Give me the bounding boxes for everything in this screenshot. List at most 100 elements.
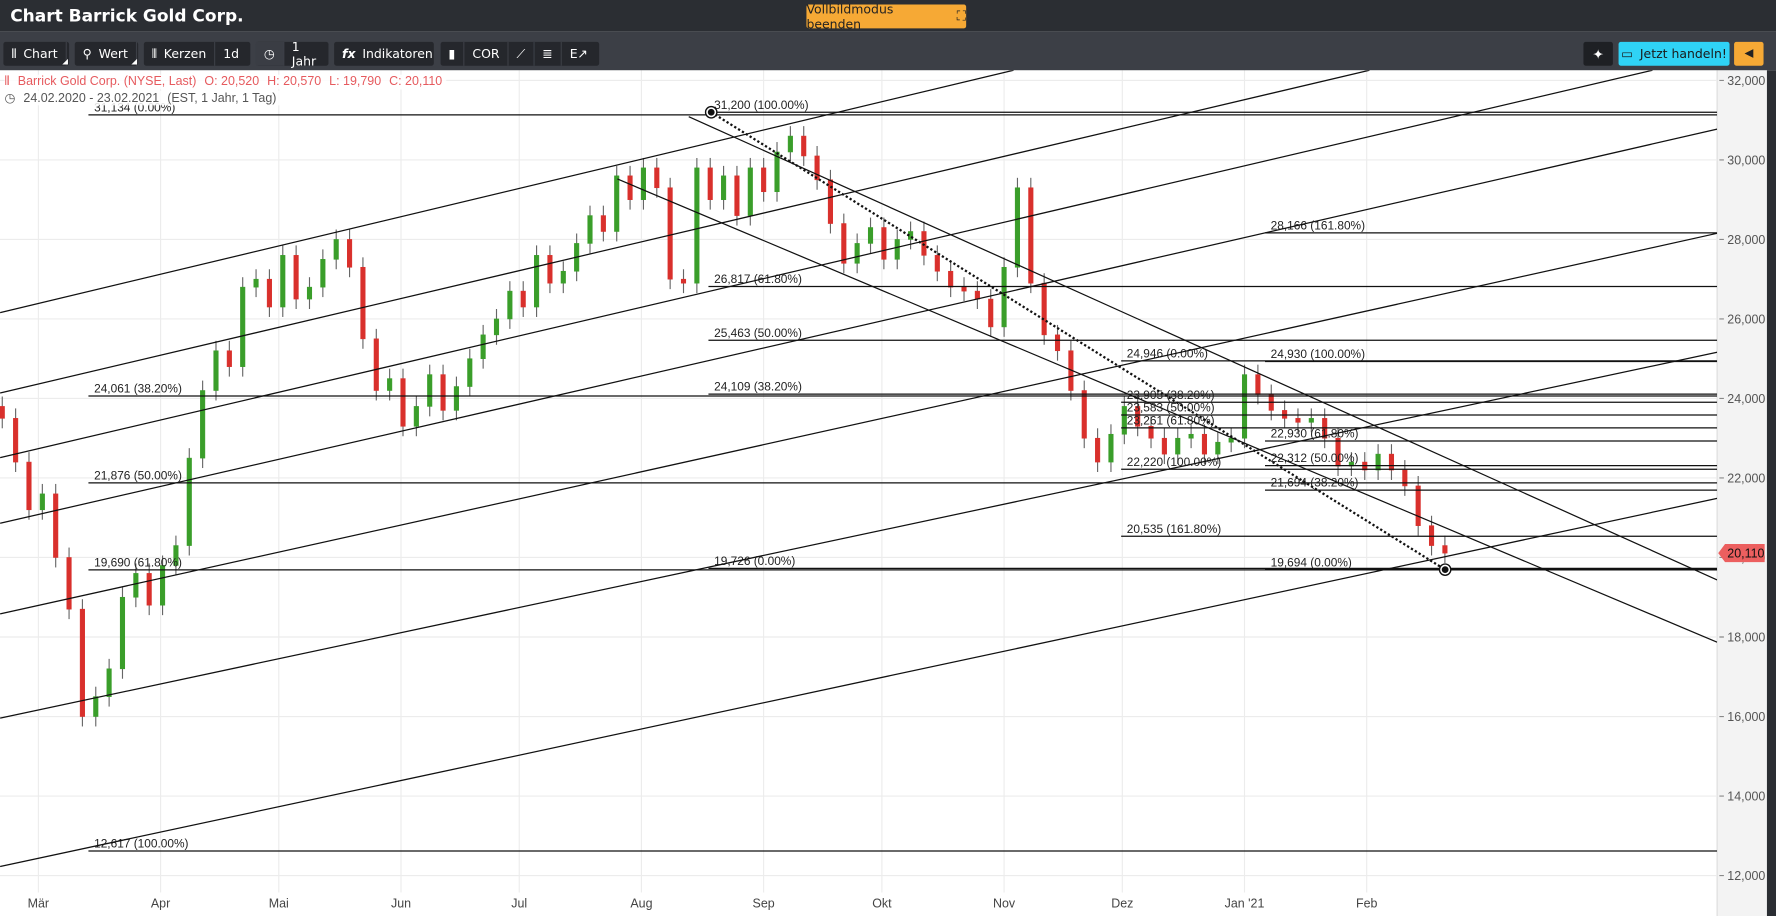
candle-body xyxy=(293,255,299,300)
price-axis-label: 30,000 xyxy=(1727,153,1765,167)
range-label: 1 Jahr xyxy=(291,39,317,69)
candle-body xyxy=(39,493,45,511)
trade-now-label: Jetzt handeln! xyxy=(1639,46,1727,62)
candle xyxy=(66,547,72,620)
fib-level-label: 31,200 (100.00%) xyxy=(714,98,808,112)
candle-body xyxy=(801,135,807,157)
fib-level-label: 24,109 (38.20%) xyxy=(714,380,802,394)
candles-style-button[interactable]: ⫴ Kerzen xyxy=(144,41,216,66)
drawing-handle-dot xyxy=(1441,566,1449,574)
candles-icon: ⫴ xyxy=(151,45,158,61)
interval-button[interactable]: 1d xyxy=(215,42,247,66)
candle-body xyxy=(400,378,406,427)
time-axis-label: Mai xyxy=(269,896,289,910)
chart-style-group: ⫴ Kerzen 1d xyxy=(143,41,251,66)
candle xyxy=(694,157,700,294)
candle xyxy=(119,587,126,679)
kerzen-label: Kerzen xyxy=(163,46,207,62)
price-chart[interactable]: 12,00014,00016,00018,00020,00022,00024,0… xyxy=(0,0,1776,916)
time-axis-label: Jun xyxy=(391,896,411,910)
exit-fullscreen-button[interactable]: Vollbildmodus beenden ⛶ xyxy=(806,1,967,32)
interval-label: 1d xyxy=(223,46,240,62)
candle xyxy=(400,368,406,437)
candle-body xyxy=(921,231,927,256)
wert-label: Wert xyxy=(98,46,128,62)
candle-body xyxy=(1041,282,1047,336)
candle-body xyxy=(26,461,32,511)
candle-body xyxy=(974,290,980,300)
collapse-panel-button[interactable]: ◀ xyxy=(1734,41,1764,66)
candle-body xyxy=(186,457,192,546)
indicators-button[interactable]: fx Indikatoren xyxy=(334,41,434,66)
fib-level-label: 24,061 (38.20%) xyxy=(94,382,182,396)
fullscreen-icon: ⛶ xyxy=(956,7,967,24)
candle xyxy=(280,245,286,317)
candle-body xyxy=(934,255,940,272)
candle-body xyxy=(347,239,353,268)
dropdown-corner-icon xyxy=(131,58,138,65)
candle-body xyxy=(333,239,339,260)
fib-level-label: 19,694 (0.00%) xyxy=(1271,555,1352,569)
fib-level-label: 19,690 (61.80%) xyxy=(94,555,182,569)
candle-body xyxy=(547,255,553,284)
candle-body xyxy=(774,151,780,193)
candle-body xyxy=(320,259,326,288)
fib-level-label: 21,694 (38.20%) xyxy=(1271,476,1359,490)
price-axis-label: 26,000 xyxy=(1727,312,1765,326)
clock-button[interactable]: ◷ xyxy=(255,41,284,66)
price-axis-label: 28,000 xyxy=(1727,233,1765,247)
candle xyxy=(1028,177,1034,294)
price-axis-label: 12,000 xyxy=(1727,869,1765,883)
candle-body xyxy=(1175,437,1181,455)
candle-body xyxy=(453,386,459,411)
legend-close: C: 20,110 xyxy=(389,74,443,89)
price-axis-label: 16,000 xyxy=(1727,710,1765,724)
candle xyxy=(373,328,379,401)
candle-body xyxy=(146,573,152,606)
time-axis-label: Dez xyxy=(1111,896,1133,910)
candle-body xyxy=(119,596,126,670)
money-icon: ▭ xyxy=(1621,46,1634,62)
candle-body xyxy=(493,318,500,336)
legend-low: L: 19,790 xyxy=(329,74,382,89)
time-axis-label: Apr xyxy=(151,896,170,910)
candle-body xyxy=(640,167,646,200)
candle xyxy=(26,452,32,520)
range-button[interactable]: 1 Jahr xyxy=(284,39,329,69)
price-axis-label: 14,000 xyxy=(1727,790,1765,804)
candle-body xyxy=(253,278,259,288)
last-price-label: 20,110 xyxy=(1727,547,1764,561)
trade-now-button[interactable]: ▭ Jetzt handeln! xyxy=(1618,41,1730,66)
cor-button[interactable]: COR xyxy=(464,41,509,66)
sparkle-button[interactable]: ✦ xyxy=(1583,41,1613,66)
candles-icon: ⫴ xyxy=(11,45,17,61)
candle-body xyxy=(507,290,513,320)
candle xyxy=(200,380,206,469)
candle xyxy=(1001,257,1007,337)
fib-level-label: 22,312 (50.00%) xyxy=(1271,451,1359,465)
draw-nodes-icon: ⟋ xyxy=(516,45,526,61)
fib-level-label: 21,876 (50.00%) xyxy=(94,469,182,483)
candle-body xyxy=(413,406,419,427)
fib-level-label: 22,220 (100.00%) xyxy=(1127,455,1221,469)
tools-group: ▮ COR ⟋ ≣ E↗ xyxy=(440,41,600,66)
drawing-handle-dot xyxy=(707,108,715,116)
candle-body xyxy=(1081,390,1087,439)
title-bar: Chart Barrick Gold Corp. Vollbildmodus b… xyxy=(0,0,1776,32)
fib-tool-button[interactable]: ≣ xyxy=(534,41,562,66)
candles-icon: ⫴ xyxy=(4,74,10,89)
bookmark-button[interactable]: ▮ xyxy=(441,41,465,66)
value-search-button[interactable]: ⚲ Wert xyxy=(74,41,139,66)
candle-body xyxy=(1054,334,1061,352)
legend-date-range: 24.02.2020 - 23.02.2021 xyxy=(23,91,160,106)
range-group: ◷ 1 Jahr xyxy=(255,39,329,69)
clock-icon: ◷ xyxy=(4,91,16,106)
edit-tool-button[interactable]: E↗ xyxy=(562,42,596,66)
candle-body xyxy=(721,175,727,200)
candle-body xyxy=(560,270,566,284)
candle-body xyxy=(867,227,874,244)
draw-tool-button[interactable]: ⟋ xyxy=(509,41,535,66)
legend-open: O: 20,520 xyxy=(204,74,260,89)
chart-type-button[interactable]: ⫴ Chart xyxy=(3,41,70,66)
exit-fullscreen-label: Vollbildmodus beenden xyxy=(806,1,894,32)
